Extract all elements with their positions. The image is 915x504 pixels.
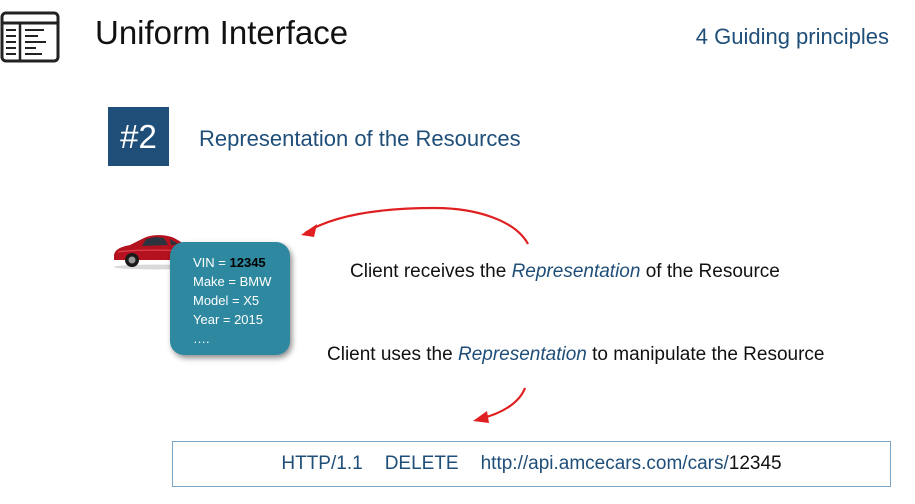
make-row: Make = BMW <box>193 274 272 289</box>
http-url: http://api.amcecars.com/cars/ <box>480 453 729 474</box>
document-list-icon <box>0 11 60 63</box>
year-row: Year = 2015 <box>193 312 264 327</box>
resource-representation-card: VIN = 12345 Make = BMW Model = X5 Year =… <box>170 242 290 355</box>
arrow-to-request-icon <box>473 387 527 423</box>
vin-value: 12345 <box>229 255 266 270</box>
slide: Uniform Interface 4 Guiding principles #… <box>0 0 915 504</box>
page-subtitle: 4 Guiding principles <box>695 24 889 49</box>
vin-row: VIN = 12345 <box>193 255 266 270</box>
page-title: Uniform Interface <box>95 14 349 51</box>
principle-number-badge: #2 <box>108 107 169 166</box>
http-method: DELETE <box>384 453 459 474</box>
statement-uses: Client uses the Representation to manipu… <box>327 344 825 365</box>
ellipsis-row: …. <box>193 331 210 346</box>
model-row: Model = X5 <box>193 293 260 308</box>
http-resource-id: 12345 <box>728 453 782 474</box>
statement-receives: Client receives the Representation of th… <box>350 261 780 282</box>
section-heading: Representation of the Resources <box>199 126 521 151</box>
http-version: HTTP/1.1 <box>281 453 363 474</box>
http-request-box: HTTP/1.1 DELETE http://api.amcecars.com/… <box>172 441 891 487</box>
arrow-to-card-icon <box>301 206 529 245</box>
